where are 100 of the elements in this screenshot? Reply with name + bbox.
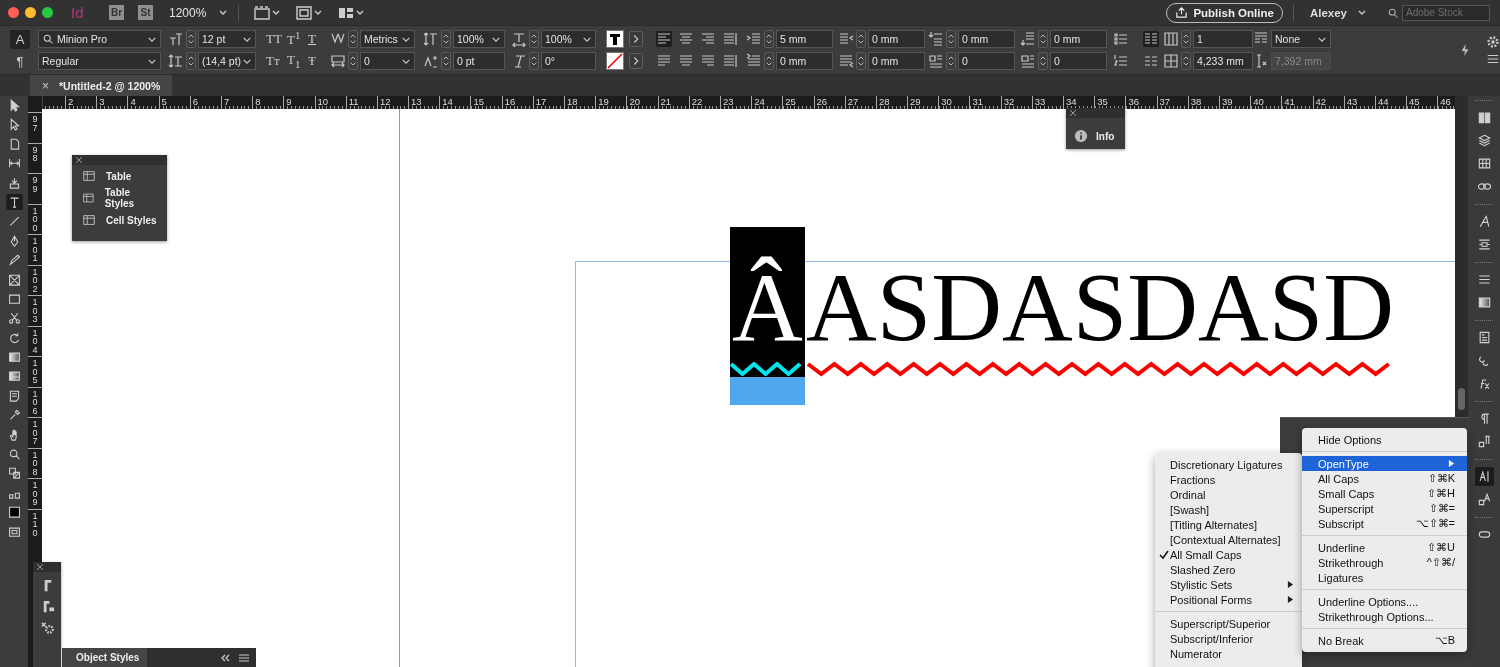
font-family-field[interactable]: Minion Pro: [38, 30, 161, 48]
close-panel-button[interactable]: [1070, 110, 1076, 116]
panel-item[interactable]: Cell Styles: [72, 209, 167, 231]
stepper-button[interactable]: [856, 30, 866, 48]
menu-item[interactable]: Ligatures: [1302, 570, 1467, 585]
stepper-button[interactable]: [1181, 52, 1191, 70]
menu-item[interactable]: OpenType: [1302, 456, 1467, 471]
info-panel-item[interactable]: Info: [1066, 127, 1125, 145]
close-window-button[interactable]: [8, 7, 19, 18]
align-left-icon[interactable]: [656, 31, 672, 47]
gutter-field[interactable]: 4,233 mm: [1193, 52, 1253, 70]
right-indent-field[interactable]: 0 mm: [868, 30, 925, 48]
text-style-button[interactable]: Ŧ: [308, 53, 324, 69]
drop-cap-characters-field[interactable]: 0: [1050, 52, 1107, 70]
font-size-field[interactable]: 12 pt: [198, 30, 256, 48]
justify-all-icon[interactable]: [722, 53, 738, 69]
menu-item[interactable]: Slashed Zero: [1155, 562, 1302, 577]
menu-item[interactable]: Strikethrough Options...: [1302, 609, 1467, 624]
leading-field[interactable]: (14,4 pt): [198, 52, 256, 70]
align-right-icon[interactable]: [700, 31, 716, 47]
menu-item[interactable]: Numerator: [1155, 646, 1302, 661]
text-fill-swatch-icon[interactable]: [606, 30, 624, 48]
menu-item[interactable]: Underline Options....: [1302, 594, 1467, 609]
skew-field[interactable]: 0°: [541, 52, 596, 70]
justify-center-icon[interactable]: [678, 53, 694, 69]
no-stroke-swatch-icon[interactable]: [606, 52, 624, 70]
text-style-button[interactable]: T$^{1}$: [287, 29, 303, 49]
span-columns-dropdown[interactable]: None: [1271, 30, 1331, 48]
tracking-field[interactable]: 0: [360, 52, 415, 70]
view-options-icon[interactable]: [253, 4, 282, 21]
panel-item[interactable]: Table Styles: [72, 187, 167, 209]
stock-search-field[interactable]: Adobe Stock: [1402, 4, 1490, 21]
horizontal-scale-field[interactable]: 100%: [541, 30, 596, 48]
settings-icon[interactable]: [1486, 34, 1500, 49]
close-panel-button[interactable]: [76, 157, 82, 163]
kerning-field[interactable]: Metrics: [360, 30, 415, 48]
font-style-field[interactable]: Regular: [38, 52, 161, 70]
zoom-level-dropdown[interactable]: 1200%: [169, 5, 229, 20]
numbered-list-icon[interactable]: [1113, 53, 1129, 69]
drop-cap-lines-field[interactable]: 0: [958, 52, 1015, 70]
align-center-icon[interactable]: [678, 31, 694, 47]
menu-item[interactable]: Discretionary Ligatures: [1155, 457, 1302, 472]
justify-left-icon[interactable]: [656, 53, 672, 69]
stepper-button[interactable]: [186, 30, 196, 48]
close-panel-button[interactable]: [37, 564, 43, 570]
menu-item[interactable]: Hide Options: [1302, 432, 1467, 447]
stepper-button[interactable]: [1038, 52, 1048, 70]
menu-item[interactable]: Superscript ⇧⌘=: [1302, 501, 1467, 516]
text-style-button[interactable]: Tт: [266, 53, 282, 69]
justify-right-icon[interactable]: [700, 53, 716, 69]
baseline-shift-field[interactable]: 0 pt: [453, 52, 505, 70]
menu-item[interactable]: [Titling Alternates]: [1155, 517, 1302, 532]
stepper-button[interactable]: [529, 52, 539, 70]
stepper-button[interactable]: [764, 30, 774, 48]
menu-item[interactable]: Strikethrough ^⇧⌘/: [1302, 555, 1467, 570]
stepper-button[interactable]: [1038, 30, 1048, 48]
scrollbar-thumb[interactable]: [1458, 388, 1465, 410]
stepper-button[interactable]: [348, 30, 358, 48]
stepper-button[interactable]: [946, 30, 956, 48]
align-spine-icon[interactable]: [722, 31, 738, 47]
stock-button[interactable]: St: [138, 5, 153, 20]
stepper-button[interactable]: [348, 52, 358, 70]
first-line-indent-field[interactable]: 0 mm: [776, 52, 833, 70]
stepper-button[interactable]: [441, 30, 451, 48]
close-tab-button[interactable]: ×: [42, 78, 49, 93]
panel-item[interactable]: Table: [72, 165, 167, 187]
last-line-indent-field[interactable]: 0 mm: [868, 52, 925, 70]
menu-item[interactable]: Underline ⇧⌘U: [1302, 540, 1467, 555]
columns-field[interactable]: 1: [1193, 30, 1253, 48]
stepper-button[interactable]: [1181, 30, 1191, 48]
menu-item[interactable]: Stylistic Sets: [1155, 577, 1302, 592]
arrow-button[interactable]: [629, 53, 643, 69]
zoom-window-button[interactable]: [42, 7, 53, 18]
menu-item[interactable]: Positional Forms: [1155, 592, 1302, 607]
menu-item[interactable]: All Caps ⇧⌘K: [1302, 471, 1467, 486]
minimize-window-button[interactable]: [25, 7, 36, 18]
menu-item[interactable]: Small Caps ⇧⌘H: [1302, 486, 1467, 501]
bridge-button[interactable]: Br: [109, 5, 124, 20]
menu-item[interactable]: [Contextual Alternates]: [1155, 532, 1302, 547]
panel-tab[interactable]: Object Styles: [62, 648, 148, 667]
document-tab[interactable]: × *Untitled-2 @ 1200%: [30, 75, 173, 96]
space-after-field[interactable]: 0 mm: [1050, 30, 1107, 48]
user-menu[interactable]: Alexey: [1309, 6, 1367, 19]
menu-item[interactable]: Subscript ⌥⇧⌘=: [1302, 516, 1467, 531]
no-grid-icon[interactable]: [1143, 53, 1159, 69]
stepper-button[interactable]: [529, 30, 539, 48]
space-before-field[interactable]: 0 mm: [958, 30, 1015, 48]
bullet-list-icon[interactable]: [1113, 31, 1129, 47]
text-style-button[interactable]: TT: [266, 31, 282, 47]
menu-item[interactable]: Ordinal: [1155, 487, 1302, 502]
menu-item[interactable]: [Swash]: [1155, 502, 1302, 517]
menu-item[interactable]: All Small Caps: [1155, 547, 1302, 562]
text-style-button[interactable]: T: [308, 31, 324, 47]
text-style-button[interactable]: T$_{1}$: [287, 52, 303, 70]
paragraph-mode-button[interactable]: ¶: [10, 51, 30, 71]
menu-item[interactable]: No Break ⌥B: [1302, 633, 1467, 648]
menu-item[interactable]: Fractions: [1155, 472, 1302, 487]
arrow-button[interactable]: [629, 31, 643, 47]
stepper-button[interactable]: [441, 52, 451, 70]
vertical-scale-field[interactable]: 100%: [453, 30, 505, 48]
